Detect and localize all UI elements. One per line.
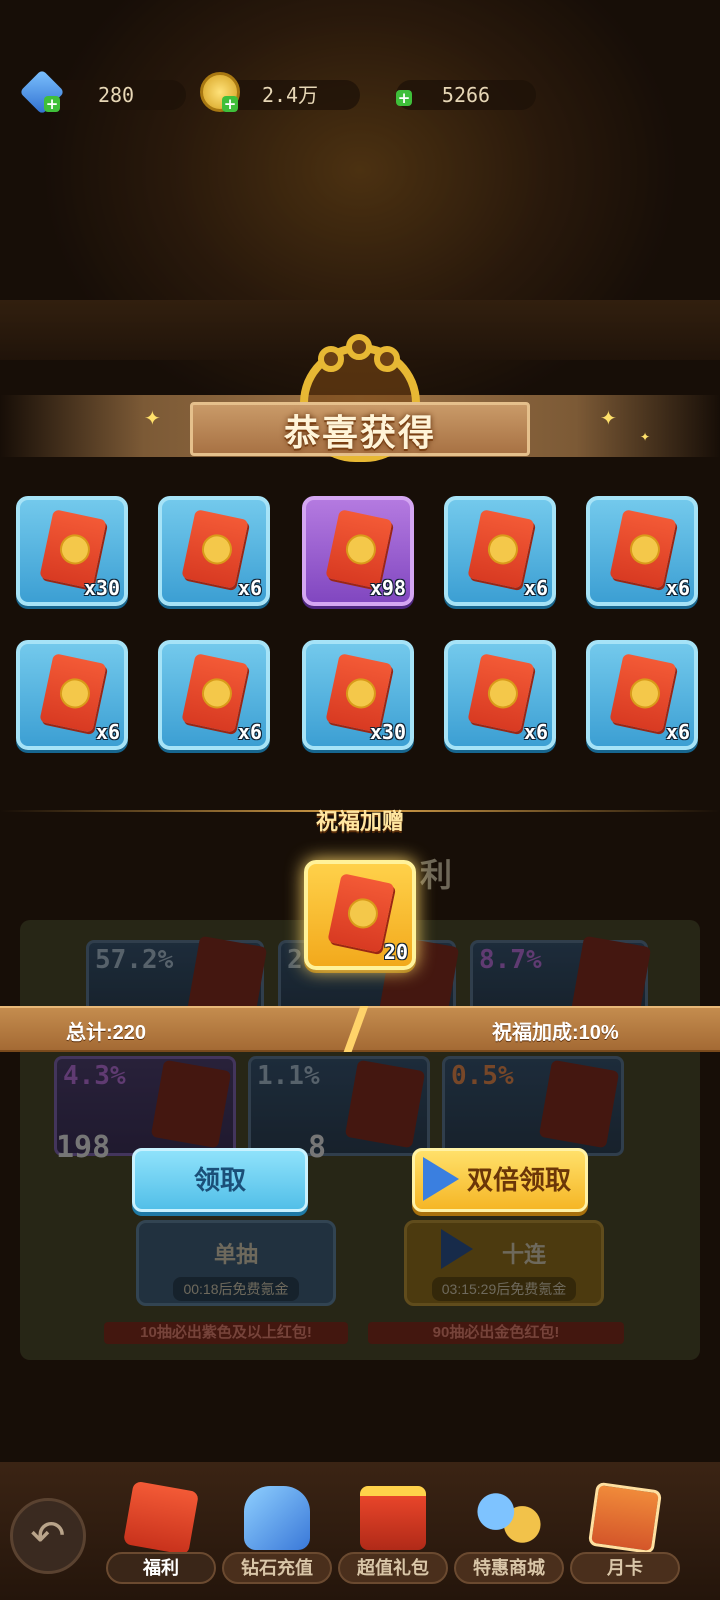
reward-count: x6	[665, 720, 690, 744]
nav-item-value-packs[interactable]: 超值礼包	[338, 1478, 448, 1588]
sparkle-icon: ✦	[144, 406, 161, 430]
reward-card: x6	[586, 496, 698, 606]
energy-value: 5266	[441, 83, 491, 107]
add-coins-button[interactable]: +	[222, 96, 238, 112]
bonus-label: 祝福加赠	[315, 809, 404, 834]
diamond-pile-icon	[244, 1486, 310, 1550]
energy-counter: 5266	[396, 80, 536, 110]
reward-card: x30	[302, 640, 414, 750]
gem-counter: 280	[46, 80, 186, 110]
reward-card: x6	[158, 496, 270, 606]
nav-item-special-shop[interactable]: 特惠商城	[454, 1478, 564, 1588]
paw-toe-icon	[346, 334, 372, 360]
sparkle-icon: ✦	[640, 430, 651, 444]
reward-card: x6	[586, 640, 698, 750]
total-text: 总计:220	[66, 1022, 147, 1044]
nav-label: 钻石充值	[222, 1552, 332, 1584]
paw-toe-icon	[318, 346, 344, 372]
reward-count: x6	[237, 720, 262, 744]
nav-label: 特惠商城	[454, 1552, 564, 1584]
card-icon	[587, 1481, 663, 1555]
reward-card: x6	[158, 640, 270, 750]
reward-card: x6	[444, 640, 556, 750]
nav-label: 福利	[106, 1552, 216, 1584]
play-ad-icon	[423, 1157, 459, 1201]
coin-counter: 2.4万	[220, 80, 360, 110]
bonus-reward-count: 20	[383, 940, 408, 964]
popup-title: 恭喜获得	[283, 412, 436, 453]
coin-value: 2.4万	[261, 83, 319, 107]
reward-card: x6	[16, 640, 128, 750]
gift-box-icon	[360, 1486, 426, 1550]
blessing-bonus-text: 祝福加成:10%	[492, 1022, 619, 1044]
nav-item-monthly-card[interactable]: 月卡	[570, 1478, 680, 1588]
modal-dim-overlay[interactable]	[0, 0, 720, 1600]
reward-count: x98	[369, 576, 406, 600]
reward-count: x6	[665, 576, 690, 600]
shop-items-icon	[476, 1486, 542, 1550]
double-claim-label: 双倍领取	[467, 1165, 572, 1195]
reward-card: x6	[444, 496, 556, 606]
nav-item-diamond-topup[interactable]: 钻石充值	[222, 1478, 332, 1588]
double-claim-button[interactable]: 双倍领取	[412, 1148, 588, 1212]
reward-count: x6	[237, 576, 262, 600]
nav-label: 超值礼包	[338, 1552, 448, 1584]
gem-value: 280	[97, 83, 135, 107]
add-gems-button[interactable]: +	[44, 96, 60, 112]
back-arrow-icon: ↶	[30, 1511, 66, 1560]
red-envelope-icon	[122, 1480, 200, 1556]
sparkle-icon: ✦	[600, 406, 617, 430]
back-button[interactable]: ↶	[10, 1498, 86, 1574]
nav-label: 月卡	[570, 1552, 680, 1584]
reward-count: x6	[95, 720, 120, 744]
bonus-reward-card: 20	[304, 860, 416, 970]
reward-card: x98	[302, 496, 414, 606]
add-energy-button[interactable]: +	[396, 90, 412, 106]
reward-count: x30	[369, 720, 406, 744]
nav-item-welfare[interactable]: 福利	[106, 1478, 216, 1588]
paw-toe-icon	[374, 346, 400, 372]
reward-count: x6	[523, 576, 548, 600]
reward-count: x6	[523, 720, 548, 744]
reward-card: x30	[16, 496, 128, 606]
reward-count: x30	[83, 576, 120, 600]
claim-button[interactable]: 领取	[132, 1148, 308, 1212]
